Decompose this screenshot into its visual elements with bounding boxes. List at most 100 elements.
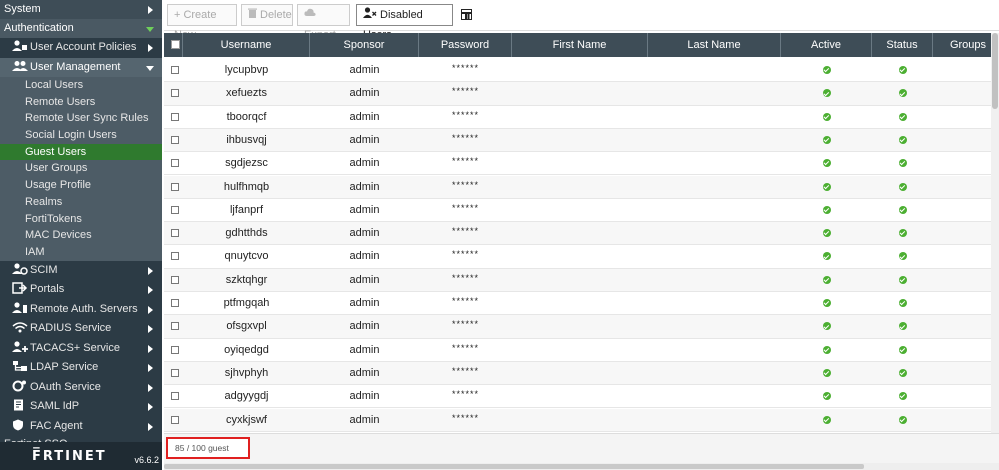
sidebar-subitem-user-groups[interactable]: User Groups: [0, 160, 162, 178]
table-row[interactable]: sgdjezsc admin ******: [164, 152, 991, 176]
active-cell: [781, 385, 872, 408]
row-checkbox[interactable]: [171, 252, 179, 261]
password-cell: ******: [451, 319, 479, 330]
vertical-scrollbar-thumb[interactable]: [992, 33, 998, 109]
active-cell: [781, 269, 872, 292]
active-cell: [781, 362, 872, 385]
row-checkbox[interactable]: [171, 112, 179, 121]
horizontal-scrollbar-thumb[interactable]: [164, 464, 864, 469]
column-header-username[interactable]: Username: [183, 33, 310, 57]
delete-button[interactable]: Delete: [241, 4, 293, 26]
sidebar-item-authentication[interactable]: Authentication: [0, 19, 162, 38]
row-checkbox[interactable]: [171, 229, 179, 238]
sidebar-subitem-iam[interactable]: IAM: [0, 243, 162, 261]
sidebar-item-system[interactable]: System: [0, 0, 162, 19]
sidebar-subitem-usage-profile[interactable]: Usage Profile: [0, 177, 162, 194]
table-row[interactable]: ljfanprf admin ******: [164, 199, 991, 223]
vertical-scrollbar[interactable]: [991, 33, 999, 433]
table-row[interactable]: qnuytcvo admin ******: [164, 245, 991, 269]
check-circle-icon: [822, 159, 831, 168]
table-row[interactable]: lycupbvp admin ******: [164, 59, 991, 83]
column-header-sponsor[interactable]: Sponsor: [310, 33, 419, 57]
active-cell: [781, 59, 872, 82]
check-circle-icon: [822, 322, 831, 331]
sidebar-subitem-social-login-users[interactable]: Social Login Users: [0, 127, 162, 144]
row-checkbox[interactable]: [171, 322, 179, 331]
sidebar-item-oauth-service[interactable]: OAuth Service: [0, 378, 162, 398]
row-checkbox[interactable]: [171, 275, 179, 284]
export-button[interactable]: Export: [297, 4, 350, 41]
table-row[interactable]: gdhtthds admin ******: [164, 222, 991, 246]
horizontal-scrollbar[interactable]: [164, 463, 999, 470]
column-header-last-name[interactable]: Last Name: [648, 33, 781, 57]
table-row[interactable]: oyiqedgd admin ******: [164, 339, 991, 362]
sidebar-item-radius-service[interactable]: RADIUS Service: [0, 319, 162, 339]
sidebar-item-ldap-service[interactable]: LDAP Service: [0, 358, 162, 378]
row-checkbox[interactable]: [171, 392, 179, 401]
sidebar-item-remote-auth-servers[interactable]: Remote Auth. Servers: [0, 300, 162, 320]
row-checkbox[interactable]: [171, 159, 179, 168]
active-cell: [781, 339, 872, 362]
sidebar-subitem-local-users[interactable]: Local Users: [0, 77, 162, 94]
sponsor-cell: admin: [349, 366, 380, 379]
table-row[interactable]: szktqhgr admin ******: [164, 268, 991, 292]
chevron-right-icon: [148, 305, 153, 314]
sidebar-item-scim[interactable]: SCIM: [0, 261, 162, 281]
check-circle-icon: [898, 275, 907, 284]
row-checkbox[interactable]: [171, 368, 179, 377]
check-circle-icon: [898, 368, 907, 377]
sidebar-item-portals[interactable]: Portals: [0, 280, 162, 300]
sidebar-item-fac-agent[interactable]: FAC Agent: [0, 417, 162, 437]
username-cell: oyiqedgd: [224, 343, 269, 356]
sidebar-subitem-remote-users[interactable]: Remote Users: [0, 93, 162, 111]
user-x-icon: [363, 7, 377, 18]
column-header-password[interactable]: Password: [419, 33, 512, 57]
sidebar-subitem-realms[interactable]: Realms: [0, 193, 162, 211]
row-checkbox[interactable]: [171, 135, 179, 144]
brand-bar: F̅RTINET v6.6.2: [0, 442, 162, 470]
chevron-right-icon: [148, 403, 153, 412]
table-row[interactable]: sjhvphyh admin ******: [164, 361, 991, 386]
sidebar-subitem-guest-users[interactable]: Guest Users: [0, 143, 162, 161]
select-all-checkbox[interactable]: [171, 40, 180, 49]
table-row[interactable]: tboorqcf admin ******: [164, 106, 991, 129]
table-row[interactable]: ptfmgqah admin ******: [164, 292, 991, 316]
table-row[interactable]: ihbusvqj admin ******: [164, 128, 991, 153]
chevron-down-icon: [146, 27, 154, 32]
column-settings-icon[interactable]: [461, 9, 472, 20]
sidebar-item-saml-idp[interactable]: SAML IdP: [0, 397, 162, 417]
chevron-right-icon: [148, 325, 153, 334]
sidebar-subitem-mac-devices[interactable]: MAC Devices: [0, 227, 162, 244]
active-cell: [781, 292, 872, 315]
sidebar-item-user-management[interactable]: User Management: [0, 57, 162, 77]
table-row[interactable]: hulfhmqb admin ******: [164, 175, 991, 199]
row-checkbox[interactable]: [171, 182, 179, 191]
active-cell: [781, 315, 872, 338]
sidebar-subitem-remote-user-sync-rules[interactable]: Remote User Sync Rules: [0, 110, 162, 128]
column-header-active[interactable]: Active: [781, 33, 872, 57]
table-row[interactable]: cyxkjswf admin ******: [164, 408, 991, 432]
row-checkbox[interactable]: [171, 66, 179, 74]
row-checkbox[interactable]: [171, 205, 179, 214]
row-checkbox[interactable]: [171, 415, 179, 424]
row-checkbox[interactable]: [171, 345, 179, 354]
sidebar-item-tacacs-service[interactable]: TACACS+ Service: [0, 339, 162, 359]
sidebar-item-user-account-policies[interactable]: User Account Policies: [0, 38, 162, 58]
create-new-button[interactable]: +Create New: [167, 4, 237, 41]
column-header-status[interactable]: Status: [872, 33, 933, 57]
check-circle-icon: [822, 275, 831, 284]
sidebar-subitem-fortitokens[interactable]: FortiTokens: [0, 210, 162, 228]
disabled-users-dropdown[interactable]: Disabled Users: [356, 4, 453, 41]
row-checkbox[interactable]: [171, 299, 179, 307]
table-row[interactable]: adgyygdj admin ******: [164, 385, 991, 409]
column-header-first-name[interactable]: First Name: [512, 33, 648, 57]
row-checkbox[interactable]: [171, 89, 179, 98]
fac-agent-icon: [13, 419, 23, 431]
column-header-groups[interactable]: Groups: [933, 33, 991, 57]
portals-icon: [12, 282, 28, 294]
username-cell: qnuytcvo: [224, 250, 269, 263]
username-cell: hulfhmqb: [223, 180, 270, 193]
remote-servers-icon: [12, 302, 27, 313]
table-row[interactable]: xefuezts admin ******: [164, 82, 991, 106]
table-row[interactable]: ofsgxvpl admin ******: [164, 315, 991, 339]
